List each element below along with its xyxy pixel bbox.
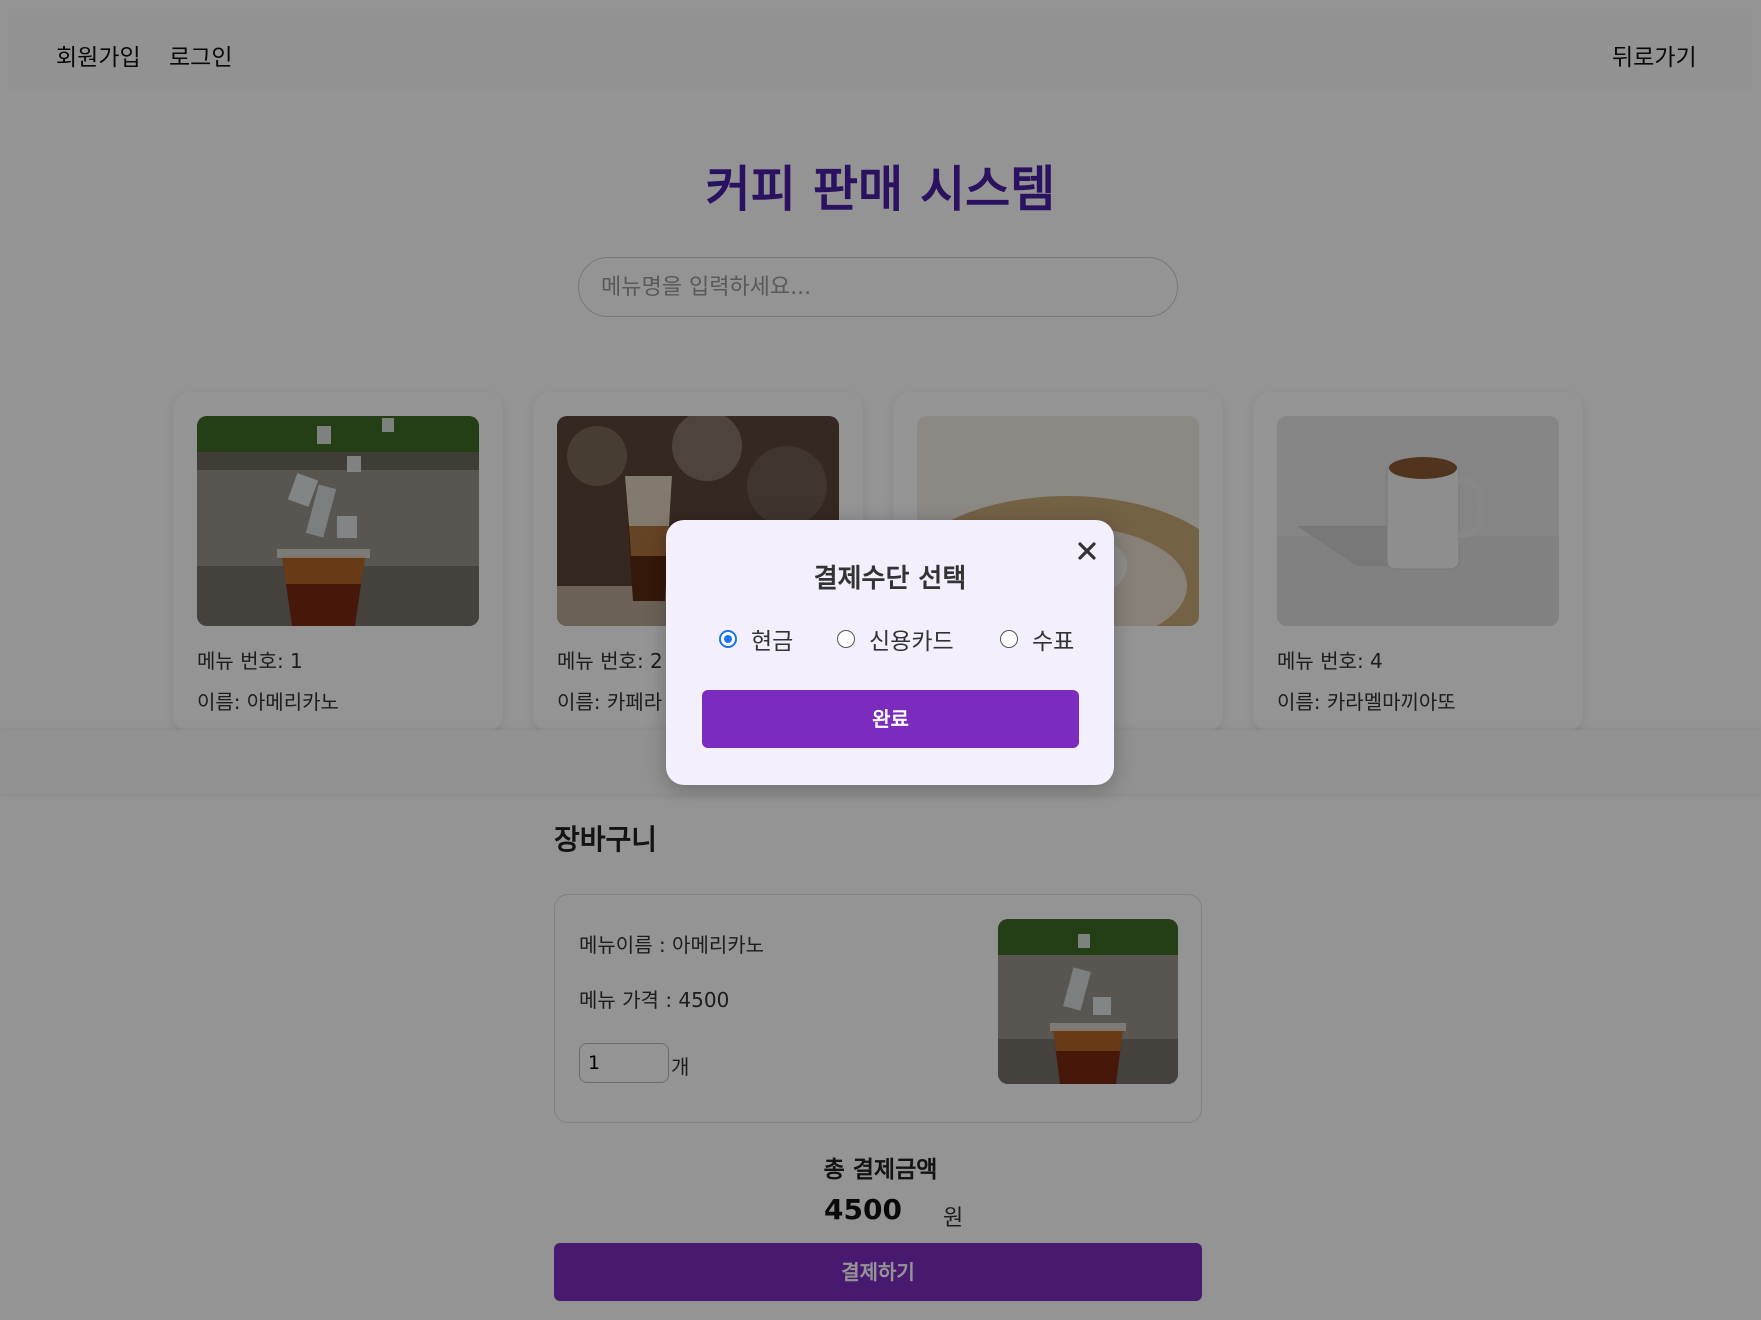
modal-title: 결제수단 선택	[813, 564, 967, 594]
radio-credit-card[interactable]: 신용카드	[837, 622, 954, 656]
radio-label: 수표	[1032, 629, 1075, 655]
radio-label: 현금	[751, 629, 794, 655]
confirm-button[interactable]: 완료	[702, 690, 1079, 748]
radio-button[interactable]	[719, 630, 737, 648]
radio-label: 신용카드	[869, 629, 954, 655]
payment-method-modal: 결제수단 선택 현금 신용카드 수표 완료	[666, 520, 1114, 785]
radio-check[interactable]: 수표	[1000, 622, 1074, 656]
radio-button[interactable]	[837, 630, 855, 648]
radio-button[interactable]	[1000, 630, 1018, 648]
radio-cash[interactable]: 현금	[719, 622, 793, 656]
